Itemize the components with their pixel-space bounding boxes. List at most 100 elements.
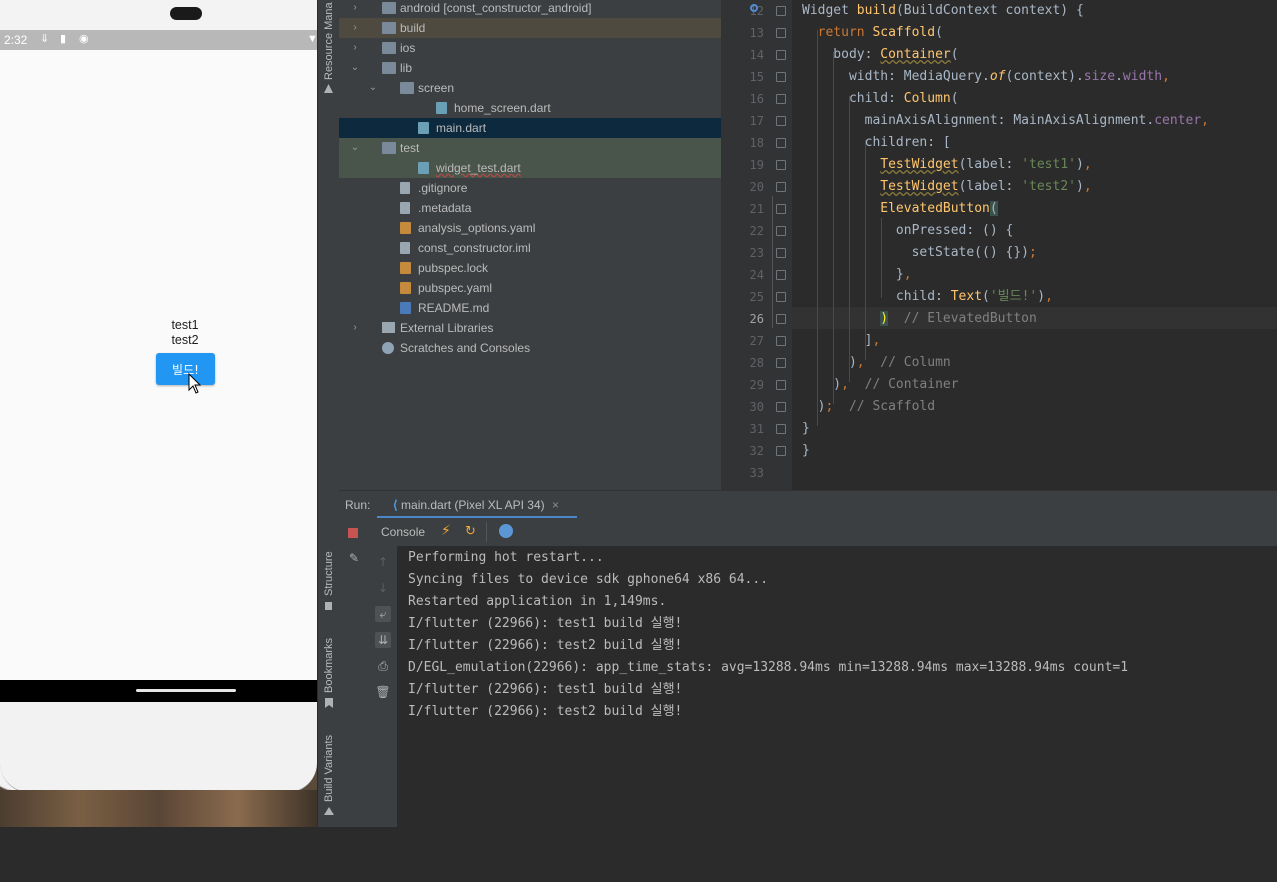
home-gesture-handle[interactable]: [136, 689, 236, 692]
tree-item-label: widget_test.dart: [436, 161, 521, 175]
yaml-file-icon: [400, 222, 411, 234]
line-number: 12: [749, 4, 764, 18]
fold-marker-icon[interactable]: [776, 116, 786, 126]
chevron-down-icon[interactable]: ⌄: [349, 58, 361, 78]
pin-icon[interactable]: ✎: [346, 550, 362, 566]
fold-marker-icon[interactable]: [776, 446, 786, 456]
tree-item[interactable]: pubspec.lock: [339, 258, 721, 278]
tree-item[interactable]: main.dart: [339, 118, 721, 138]
fold-marker-icon[interactable]: [776, 94, 786, 104]
fold-marker-icon[interactable]: [776, 380, 786, 390]
tree-item[interactable]: pubspec.yaml: [339, 278, 721, 298]
folder-icon: [382, 62, 396, 74]
console-line: I/flutter (22966): test1 build 실행!: [408, 616, 683, 631]
chevron-right-icon[interactable]: ›: [349, 38, 361, 58]
fold-marker-icon[interactable]: [776, 28, 786, 38]
tree-item[interactable]: .metadata: [339, 198, 721, 218]
chevron-right-icon[interactable]: ›: [349, 18, 361, 38]
code-editor[interactable]: 12 13 14 15 16 17 18 19 20 21 22 23 24 25 26 27 28 29 30 31…: [721, 0, 1277, 490]
indent-guide: [772, 196, 773, 328]
project-tree: › android [const_constructor_android] › bui…: [339, 0, 721, 490]
tree-item[interactable]: Scratches and Consoles: [339, 338, 721, 358]
build-button[interactable]: 빌드!: [156, 353, 215, 385]
left-tool-strip: Resource Mana Structure Bookmarks Build …: [317, 0, 340, 827]
run-side-toolbar: ✎: [339, 518, 369, 827]
hot-restart-icon[interactable]: ↻: [465, 524, 476, 539]
scroll-to-end-icon[interactable]: ⇊: [375, 632, 391, 648]
line-number: 27: [749, 334, 764, 348]
tree-item[interactable]: › build: [339, 18, 721, 38]
tree-item-label: pubspec.yaml: [418, 281, 493, 295]
clear-all-icon[interactable]: 🗑: [375, 684, 391, 700]
tree-item[interactable]: const_constructor.iml: [339, 238, 721, 258]
console-tab[interactable]: Console: [381, 525, 425, 539]
chevron-down-icon[interactable]: ⌄: [367, 78, 379, 98]
code-line-15: width: MediaQuery.of(context).size.width…: [802, 69, 1170, 84]
run-tab-main-dart[interactable]: ⟨ main.dart (Pixel XL API 34) ×: [381, 491, 571, 519]
code-line-29: ), // Container: [802, 377, 959, 392]
fold-marker-icon[interactable]: [776, 226, 786, 236]
print-icon[interactable]: ⎙: [375, 658, 391, 674]
close-tab-icon[interactable]: ×: [552, 498, 559, 512]
line-number: 19: [749, 158, 764, 172]
console-toolbar: Console ⚡ ↻: [369, 518, 1277, 547]
line-number: 13: [749, 26, 764, 40]
tree-item[interactable]: ⌄ screen: [339, 78, 721, 98]
tree-item[interactable]: home_screen.dart: [339, 98, 721, 118]
fold-marker-icon[interactable]: [776, 314, 786, 324]
code-line-22: onPressed: () {: [802, 223, 1014, 238]
fold-marker-icon[interactable]: [776, 182, 786, 192]
stop-icon[interactable]: [348, 528, 358, 538]
fold-marker-icon[interactable]: [776, 424, 786, 434]
soft-wrap-icon[interactable]: ⤶: [375, 606, 391, 622]
chevron-right-icon[interactable]: ›: [349, 0, 361, 18]
tree-item-label: pubspec.lock: [418, 261, 489, 275]
fold-marker-icon[interactable]: [776, 72, 786, 82]
fold-marker-icon[interactable]: [776, 204, 786, 214]
tree-item[interactable]: README.md: [339, 298, 721, 318]
chevron-down-icon[interactable]: ⌄: [349, 138, 361, 158]
sd-card-icon: ▮: [60, 33, 67, 45]
scroll-up-icon[interactable]: ↑: [375, 554, 391, 570]
scroll-down-icon[interactable]: ↓: [375, 580, 391, 596]
folder-icon: [382, 42, 396, 54]
fold-marker-icon[interactable]: [776, 402, 786, 412]
line-number: 29: [749, 378, 764, 392]
folder-icon: [400, 82, 414, 94]
dart-file-icon: [418, 162, 429, 174]
line-number: 21: [749, 202, 764, 216]
console-line: D/EGL_emulation(22966): app_time_stats: …: [408, 660, 1129, 675]
tree-item[interactable]: .gitignore: [339, 178, 721, 198]
code-line-12: Widget build(BuildContext context) {: [802, 3, 1084, 18]
fold-marker-icon[interactable]: [776, 292, 786, 302]
code-line-17: mainAxisAlignment: MainAxisAlignment.cen…: [802, 113, 1209, 128]
console-line: Restarted application in 1,149ms.: [408, 594, 667, 609]
fold-marker-icon[interactable]: [776, 336, 786, 346]
line-number: 15: [749, 70, 764, 84]
yaml-file-icon: [400, 282, 411, 294]
override-marker-icon[interactable]: [750, 4, 758, 12]
tree-item[interactable]: › ios: [339, 38, 721, 58]
tree-item-label: Scratches and Consoles: [400, 341, 531, 355]
tree-item[interactable]: ⌄ lib: [339, 58, 721, 78]
status-time: 2:32: [4, 33, 28, 47]
tree-item[interactable]: widget_test.dart: [339, 158, 721, 178]
library-icon: [382, 322, 395, 333]
tree-item[interactable]: › External Libraries: [339, 318, 721, 338]
hot-reload-icon[interactable]: ⚡: [441, 523, 451, 539]
console-output[interactable]: Performing hot restart... Syncing files t…: [397, 546, 1277, 827]
fold-marker-icon[interactable]: [776, 138, 786, 148]
tree-item[interactable]: analysis_options.yaml: [339, 218, 721, 238]
code-line-21: ElevatedButton(: [880, 201, 998, 216]
tree-item[interactable]: › android [const_constructor_android]: [339, 0, 721, 18]
devtools-icon[interactable]: [499, 524, 513, 538]
fold-marker-icon[interactable]: [776, 160, 786, 170]
chevron-right-icon[interactable]: ›: [349, 318, 361, 338]
tree-item[interactable]: ⌄ test: [339, 138, 721, 158]
code-line-31: }: [802, 421, 810, 436]
fold-marker-icon[interactable]: [776, 6, 786, 16]
fold-marker-icon[interactable]: [776, 248, 786, 258]
fold-marker-icon[interactable]: [776, 270, 786, 280]
fold-marker-icon[interactable]: [776, 50, 786, 60]
fold-marker-icon[interactable]: [776, 358, 786, 368]
